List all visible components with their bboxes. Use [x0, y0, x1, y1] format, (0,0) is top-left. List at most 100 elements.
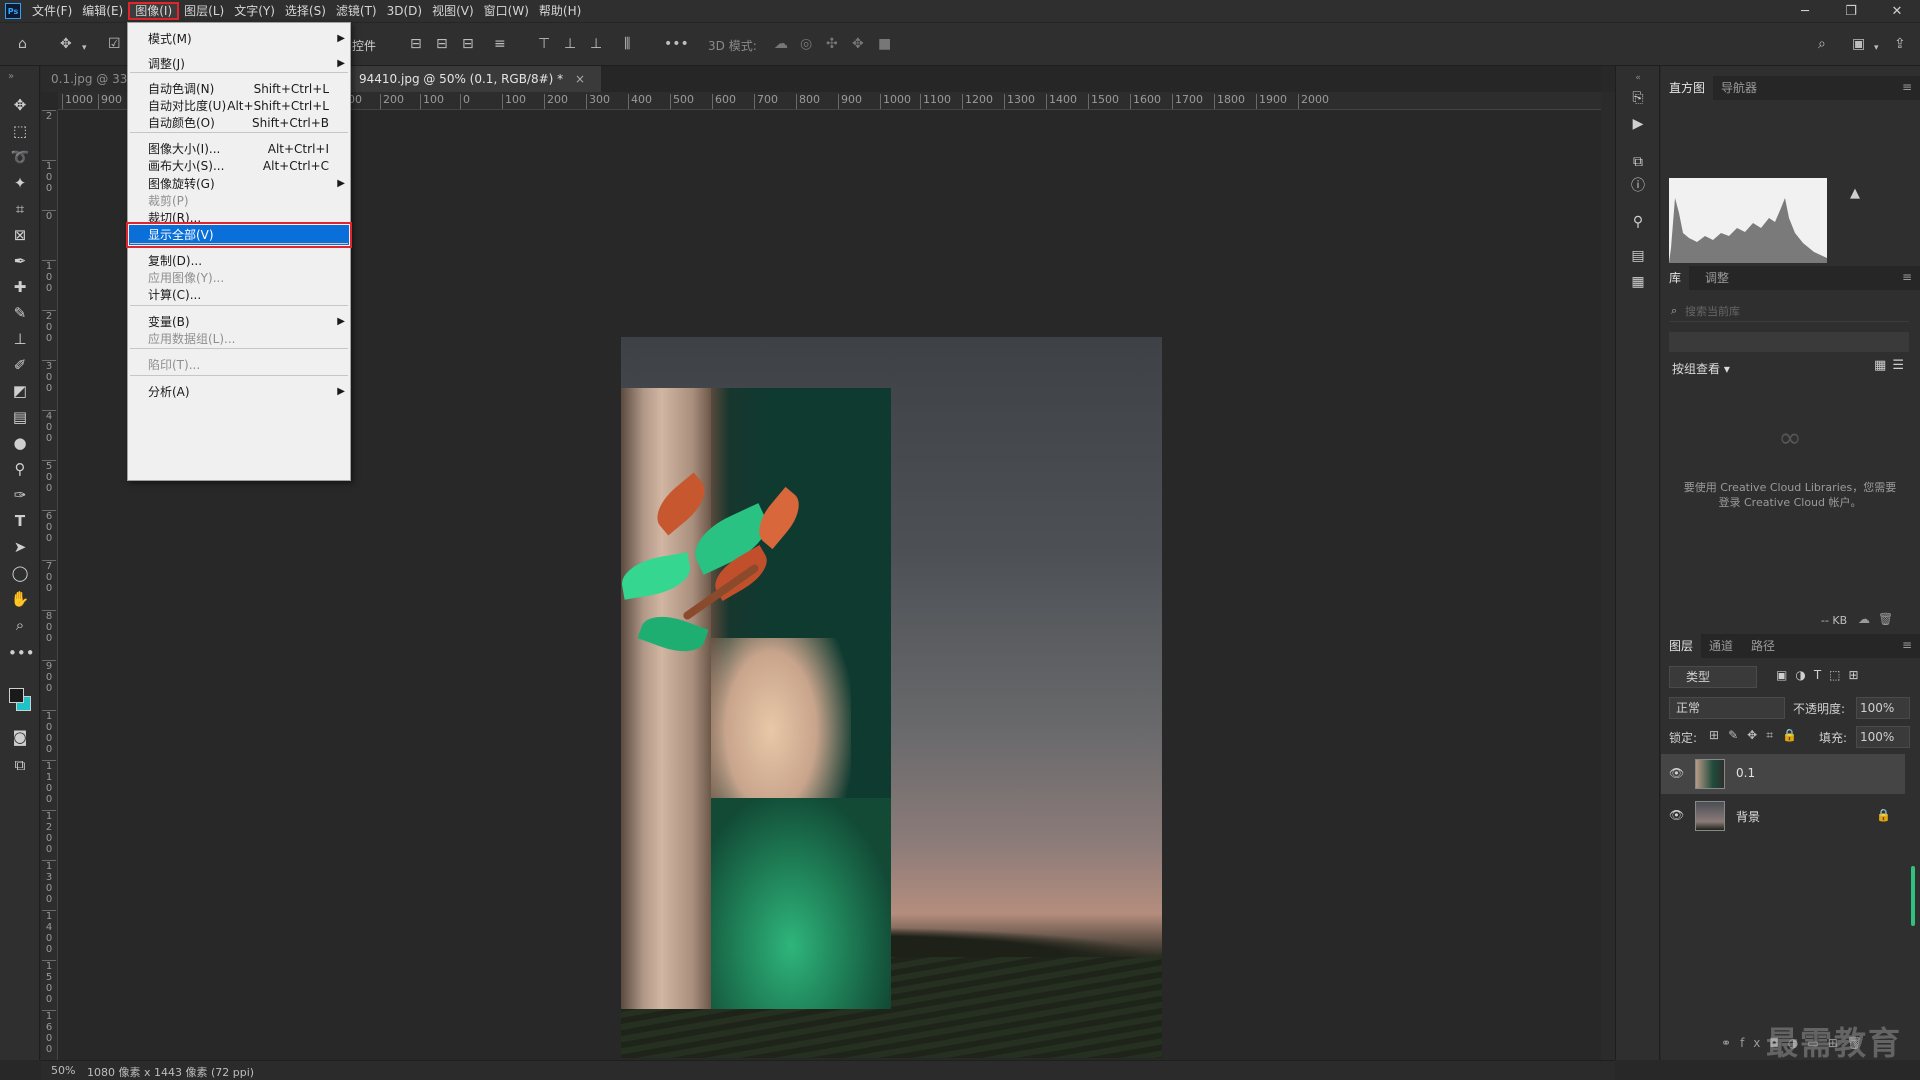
distribute-icon[interactable]: ≡: [494, 35, 506, 53]
zoom-level[interactable]: 50%: [51, 1064, 75, 1077]
align-right-icon[interactable]: ⊟: [462, 35, 474, 53]
menu-item[interactable]: 自动颜色(O) Shift+Ctrl+B: [129, 113, 349, 133]
collapse-icon[interactable]: «: [1628, 68, 1648, 88]
layer-0-1-image[interactable]: [621, 388, 891, 1009]
restore-button[interactable]: ❐: [1828, 0, 1874, 22]
layer-filter-select[interactable]: 类型: [1669, 666, 1757, 688]
frame-tool-icon[interactable]: ⊠: [8, 224, 32, 246]
hand-tool-icon[interactable]: ✋: [8, 588, 32, 610]
character-icon[interactable]: ⚲: [1628, 212, 1648, 232]
blur-tool-icon[interactable]: ●: [8, 432, 32, 454]
align-middle-icon[interactable]: ⊥: [564, 35, 576, 53]
properties-icon[interactable]: ▤: [1628, 246, 1648, 266]
dodge-tool-icon[interactable]: ⚲: [8, 458, 32, 480]
pen-tool-icon[interactable]: ✑: [8, 484, 32, 506]
tab-layers[interactable]: 图层: [1661, 634, 1702, 658]
tab-channels[interactable]: 通道: [1701, 634, 1741, 658]
vertical-scrollbar[interactable]: [1601, 92, 1615, 1060]
menu-layer[interactable]: 图层(L): [179, 2, 229, 20]
link-layers-icon[interactable]: ⚭: [1721, 1036, 1740, 1050]
more-options-icon[interactable]: •••: [664, 35, 689, 53]
panel-scrollbar[interactable]: [1911, 866, 1915, 926]
search-icon[interactable]: ⌕: [1818, 35, 1826, 53]
menu-item[interactable]: 显示全部(V): [126, 222, 352, 248]
menu-filter[interactable]: 滤镜(T): [331, 2, 382, 20]
eyedropper-tool-icon[interactable]: ✒: [8, 250, 32, 272]
smart-object-filter-icon[interactable]: ⊞: [1849, 668, 1867, 682]
edit-toolbar-icon[interactable]: •••: [8, 642, 35, 664]
layer-name[interactable]: 0.1: [1736, 766, 1755, 780]
layer-row[interactable]: 👁 0.1: [1661, 754, 1905, 794]
home-icon[interactable]: ⌂: [18, 35, 27, 53]
library-search-input[interactable]: 搜索当前库: [1669, 302, 1909, 322]
menu-image[interactable]: 图像(I): [128, 2, 180, 20]
align-center-icon[interactable]: ⊟: [436, 35, 448, 53]
pixel-filter-icon[interactable]: ▣: [1776, 668, 1795, 682]
align-left-icon[interactable]: ⊟: [410, 35, 422, 53]
menu-window[interactable]: 窗口(W): [479, 2, 534, 20]
eraser-tool-icon[interactable]: ◩: [8, 380, 32, 402]
crop-tool-icon[interactable]: ⌗: [8, 198, 32, 220]
close-button[interactable]: ✕: [1874, 0, 1920, 22]
zoom-tool-icon[interactable]: ⌕: [8, 614, 32, 636]
magic-wand-tool-icon[interactable]: ✦: [8, 172, 32, 194]
fx-icon[interactable]: fx: [1740, 1036, 1769, 1050]
type-tool-icon[interactable]: T: [8, 510, 32, 532]
type-filter-icon[interactable]: T: [1814, 668, 1829, 682]
tab-close-icon[interactable]: ×: [575, 72, 585, 86]
actions-play-icon[interactable]: ▶: [1628, 114, 1648, 134]
clone-stamp-tool-icon[interactable]: ⊥: [8, 328, 32, 350]
grid-view-icon[interactable]: ▦: [1874, 358, 1892, 373]
info-icon[interactable]: ⓘ: [1628, 176, 1648, 196]
lock-pixels-icon[interactable]: ✎: [1728, 728, 1747, 742]
move-tool-icon[interactable]: ✥: [60, 35, 72, 53]
minimize-button[interactable]: ─: [1782, 0, 1828, 22]
visibility-eye-icon[interactable]: 👁: [1669, 808, 1684, 822]
notes-icon[interactable]: ▦: [1628, 272, 1648, 292]
menu-item[interactable]: 模式(M) ▶: [129, 29, 349, 49]
gradient-tool-icon[interactable]: ▤: [8, 406, 32, 428]
quick-mask-icon[interactable]: ◙: [8, 726, 32, 748]
warning-icon[interactable]: ▲: [1850, 186, 1860, 201]
3d-icon[interactable]: ⧉: [1628, 152, 1648, 172]
marquee-tool-icon[interactable]: ⬚: [8, 120, 32, 142]
history-brush-tool-icon[interactable]: ✐: [8, 354, 32, 376]
menu-item[interactable]: 画布大小(S)... Alt+Ctrl+C: [129, 156, 349, 176]
healing-brush-tool-icon[interactable]: ✚: [8, 276, 32, 298]
auto-select-checkbox[interactable]: ☑: [108, 35, 121, 53]
list-view-icon[interactable]: ☰: [1892, 358, 1910, 373]
tab-navigator[interactable]: 导航器: [1713, 76, 1765, 100]
layer-row[interactable]: 👁 背景 🔒: [1661, 796, 1905, 836]
move-tool-icon[interactable]: ✥: [8, 94, 32, 116]
library-select[interactable]: [1669, 332, 1909, 352]
panel-menu-icon[interactable]: ≡: [1902, 270, 1912, 284]
collapse-icon[interactable]: »: [8, 66, 32, 88]
shape-filter-icon[interactable]: ⬚: [1829, 668, 1848, 682]
tab-document-2[interactable]: 94410.jpg @ 50% (0.1, RGB/8#) * ×: [351, 66, 601, 92]
menu-select[interactable]: 选择(S): [280, 2, 331, 20]
panel-menu-icon[interactable]: ≡: [1902, 638, 1912, 652]
foreground-color-swatch[interactable]: [9, 688, 24, 703]
3d-orbit-icon[interactable]: ☁: [774, 35, 788, 53]
menu-type[interactable]: 文字(Y): [229, 2, 280, 20]
distribute-vertical-icon[interactable]: ⫼: [624, 35, 630, 53]
cloud-icon[interactable]: ☁: [1858, 612, 1878, 626]
workspace-icon[interactable]: ▣: [1852, 35, 1865, 53]
tab-adjustments[interactable]: 调整: [1697, 266, 1737, 290]
lock-artboard-icon[interactable]: ⌗: [1766, 728, 1782, 742]
3d-roll-icon[interactable]: ◎: [800, 35, 812, 53]
blend-mode-select[interactable]: 正常: [1669, 697, 1785, 719]
brush-tool-icon[interactable]: ✎: [8, 302, 32, 324]
trash-icon[interactable]: 🗑: [1878, 612, 1901, 626]
tab-histogram[interactable]: 直方图: [1661, 76, 1714, 100]
lock-all-icon[interactable]: 🔒: [1782, 728, 1806, 742]
menu-item[interactable]: 计算(C)...: [129, 285, 349, 305]
menu-help[interactable]: 帮助(H): [534, 2, 586, 20]
adjustment-filter-icon[interactable]: ◑: [1795, 668, 1813, 682]
tab-paths[interactable]: 路径: [1743, 634, 1783, 658]
3d-slide-icon[interactable]: ✥: [852, 35, 864, 53]
share-icon[interactable]: ⇪: [1894, 35, 1906, 53]
library-view-toggle[interactable]: ▦☰: [1874, 358, 1910, 373]
history-icon[interactable]: ⎘: [1628, 88, 1648, 108]
screen-mode-icon[interactable]: ⧉: [8, 754, 32, 776]
